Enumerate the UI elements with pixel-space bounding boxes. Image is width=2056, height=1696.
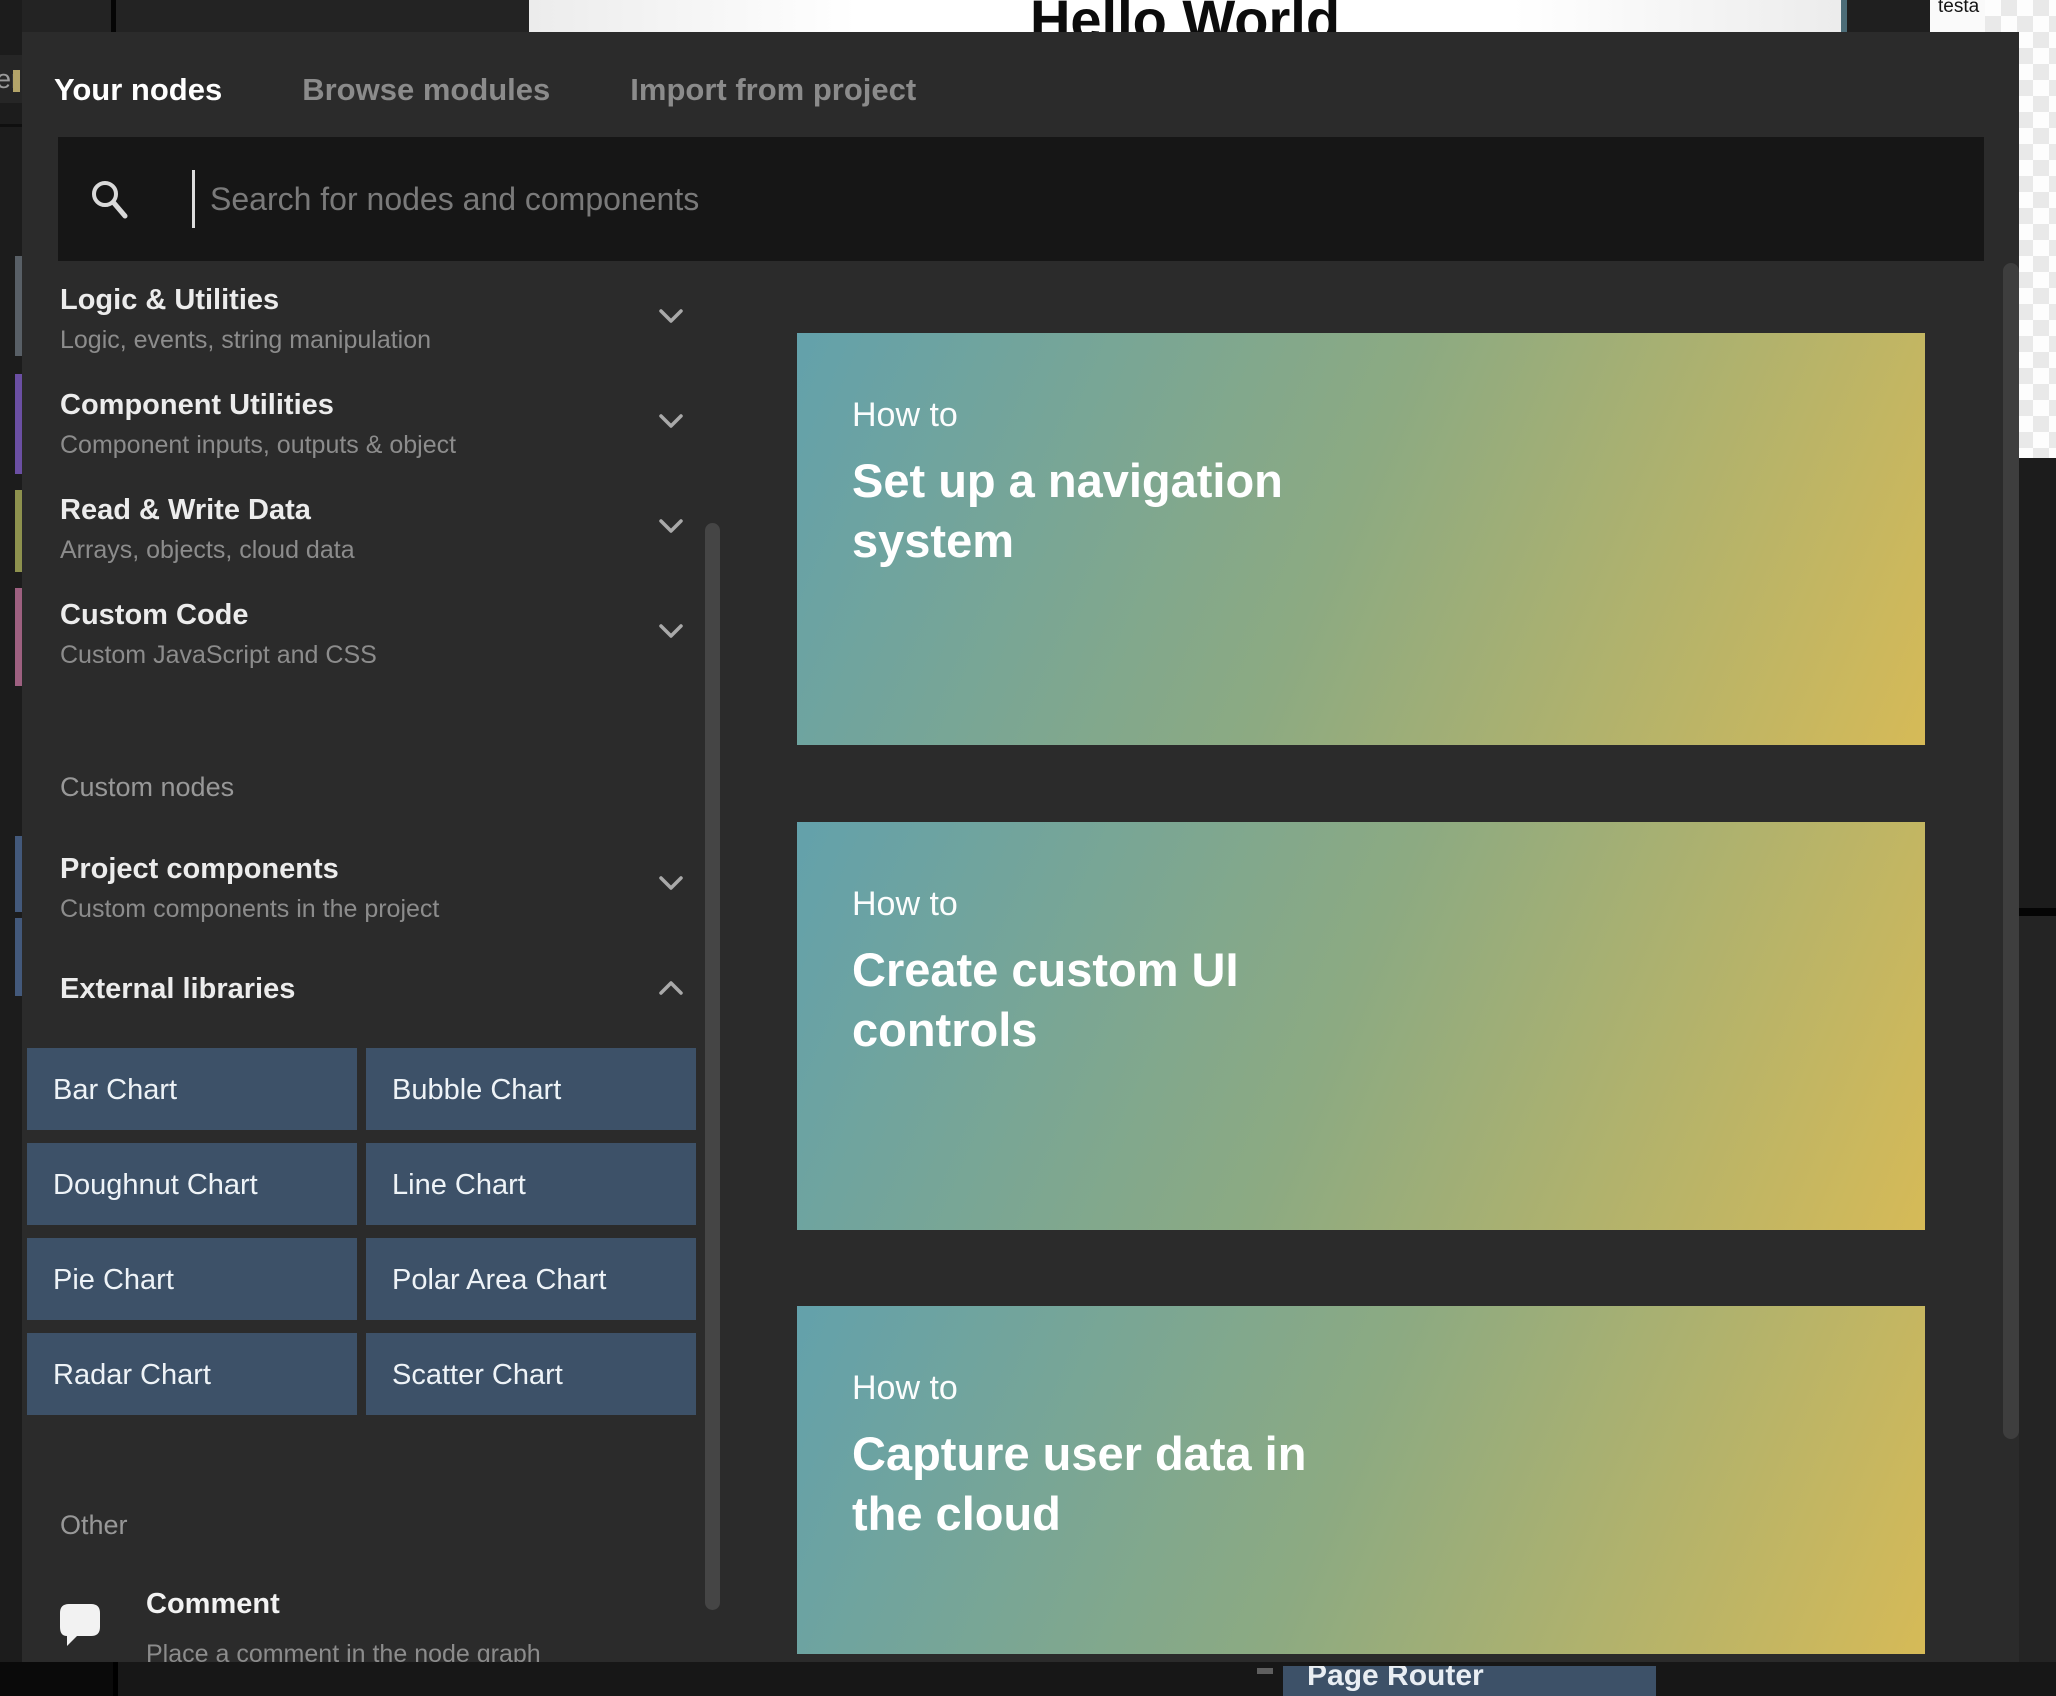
canvas-tab-label: testa bbox=[1938, 0, 1979, 18]
category-component-utilities[interactable]: Component Utilities Component inputs, ou… bbox=[60, 388, 700, 460]
node-color-strip-purple bbox=[15, 374, 22, 474]
text-caret bbox=[192, 170, 195, 228]
search-icon bbox=[88, 177, 132, 221]
category-custom-code[interactable]: Custom Code Custom JavaScript and CSS bbox=[60, 598, 700, 670]
howto-card-navigation[interactable]: How to Set up a navigation system bbox=[797, 333, 1925, 745]
node-button-scatter-chart[interactable]: Scatter Chart bbox=[366, 1333, 696, 1415]
node-button-radar-chart[interactable]: Radar Chart bbox=[27, 1333, 357, 1415]
howto-card-eyebrow: How to bbox=[852, 396, 1870, 435]
node-graph-strip bbox=[0, 1662, 2056, 1696]
category-title: Project components bbox=[60, 852, 700, 886]
chevron-down-icon bbox=[658, 875, 684, 891]
editor-top-divider bbox=[111, 0, 116, 32]
chevron-down-icon bbox=[658, 518, 684, 534]
comment-subtitle: Place a comment in the node graph bbox=[146, 1640, 541, 1662]
node-color-strip-mauve bbox=[15, 588, 22, 686]
page-router-node-label: Page Router bbox=[1307, 1666, 1484, 1693]
search-box bbox=[58, 137, 1984, 261]
category-subtitle: Arrays, objects, cloud data bbox=[60, 535, 700, 565]
node-color-strip-blue-1 bbox=[15, 836, 22, 912]
category-title: External libraries bbox=[60, 972, 700, 1006]
category-subtitle: Custom JavaScript and CSS bbox=[60, 640, 700, 670]
howto-card-title: Set up a navigation system bbox=[852, 451, 1332, 571]
chevron-down-icon bbox=[658, 623, 684, 639]
howto-card-custom-ui[interactable]: How to Create custom UI controls bbox=[797, 822, 1925, 1230]
section-header-other: Other bbox=[60, 1510, 128, 1541]
canvas-right-divider bbox=[2019, 908, 2056, 916]
node-button-bar-chart[interactable]: Bar Chart bbox=[27, 1048, 357, 1130]
node-button-doughnut-chart[interactable]: Doughnut Chart bbox=[27, 1143, 357, 1225]
category-subtitle: Custom components in the project bbox=[60, 894, 700, 924]
category-subtitle: Component inputs, outputs & object bbox=[60, 430, 700, 460]
node-button-pie-chart[interactable]: Pie Chart bbox=[27, 1238, 357, 1320]
comment-bubble-icon bbox=[58, 1602, 102, 1648]
editor-top-strip bbox=[22, 0, 529, 32]
category-title: Read & Write Data bbox=[60, 493, 700, 527]
node-picker-dialog: Your nodes Browse modules Import from pr… bbox=[22, 32, 2019, 1662]
node-graph-divider bbox=[113, 1662, 118, 1696]
node-color-strip-gray bbox=[15, 256, 22, 356]
node-button-bubble-chart[interactable]: Bubble Chart bbox=[366, 1048, 696, 1130]
chevron-down-icon bbox=[658, 308, 684, 324]
chevron-up-icon bbox=[658, 980, 684, 996]
node-button-polar-area-chart[interactable]: Polar Area Chart bbox=[366, 1238, 696, 1320]
page-router-node[interactable]: Page Router bbox=[1283, 1666, 1656, 1696]
left-panel-scrollbar[interactable] bbox=[705, 523, 720, 1610]
editor-top-gap bbox=[1847, 0, 1932, 32]
tab-your-nodes[interactable]: Your nodes bbox=[54, 72, 222, 108]
tab-import-from-project[interactable]: Import from project bbox=[630, 72, 916, 108]
search-input[interactable] bbox=[208, 137, 1908, 261]
category-read-write-data[interactable]: Read & Write Data Arrays, objects, cloud… bbox=[60, 493, 700, 565]
category-project-components[interactable]: Project components Custom components in … bbox=[60, 852, 700, 924]
howto-card-cloud-data[interactable]: How to Capture user data in the cloud bbox=[797, 1306, 1925, 1654]
chevron-down-icon bbox=[658, 413, 684, 429]
node-button-line-chart[interactable]: Line Chart bbox=[366, 1143, 696, 1225]
screen: er Hello World testa Page Router Your no… bbox=[0, 0, 2056, 1696]
category-title: Logic & Utilities bbox=[60, 283, 700, 317]
tab-browse-modules[interactable]: Browse modules bbox=[302, 72, 550, 108]
node-connection-stub bbox=[1257, 1668, 1273, 1674]
howto-card-eyebrow: How to bbox=[852, 1369, 1870, 1408]
howto-card-title: Create custom UI controls bbox=[852, 940, 1332, 1060]
comment-title: Comment bbox=[146, 1588, 280, 1621]
howto-card-title: Capture user data in the cloud bbox=[852, 1424, 1332, 1544]
node-color-strip-olive bbox=[15, 490, 22, 572]
panel-divider-line bbox=[0, 124, 22, 127]
node-graph-left-panel bbox=[0, 1662, 113, 1696]
app-preview-title: Hello World bbox=[529, 0, 1841, 32]
canvas-right-column-lower bbox=[2019, 916, 2056, 1662]
category-external-libraries[interactable]: External libraries bbox=[60, 972, 700, 1006]
canvas-right-column bbox=[2019, 458, 2056, 908]
right-panel-scrollbar[interactable] bbox=[2003, 263, 2019, 1439]
dialog-tab-bar: Your nodes Browse modules Import from pr… bbox=[54, 72, 916, 108]
category-title: Custom Code bbox=[60, 598, 700, 632]
category-logic-utilities[interactable]: Logic & Utilities Logic, events, string … bbox=[60, 283, 700, 355]
node-color-chip bbox=[13, 70, 20, 92]
external-nodes-grid: Bar Chart Bubble Chart Doughnut Chart Li… bbox=[27, 1048, 696, 1415]
node-color-strip-blue-2 bbox=[15, 918, 22, 996]
category-title: Component Utilities bbox=[60, 388, 700, 422]
section-header-custom-nodes: Custom nodes bbox=[60, 772, 234, 803]
app-preview-header: Hello World bbox=[529, 0, 1841, 32]
howto-card-eyebrow: How to bbox=[852, 885, 1870, 924]
category-subtitle: Logic, events, string manipulation bbox=[60, 325, 700, 355]
